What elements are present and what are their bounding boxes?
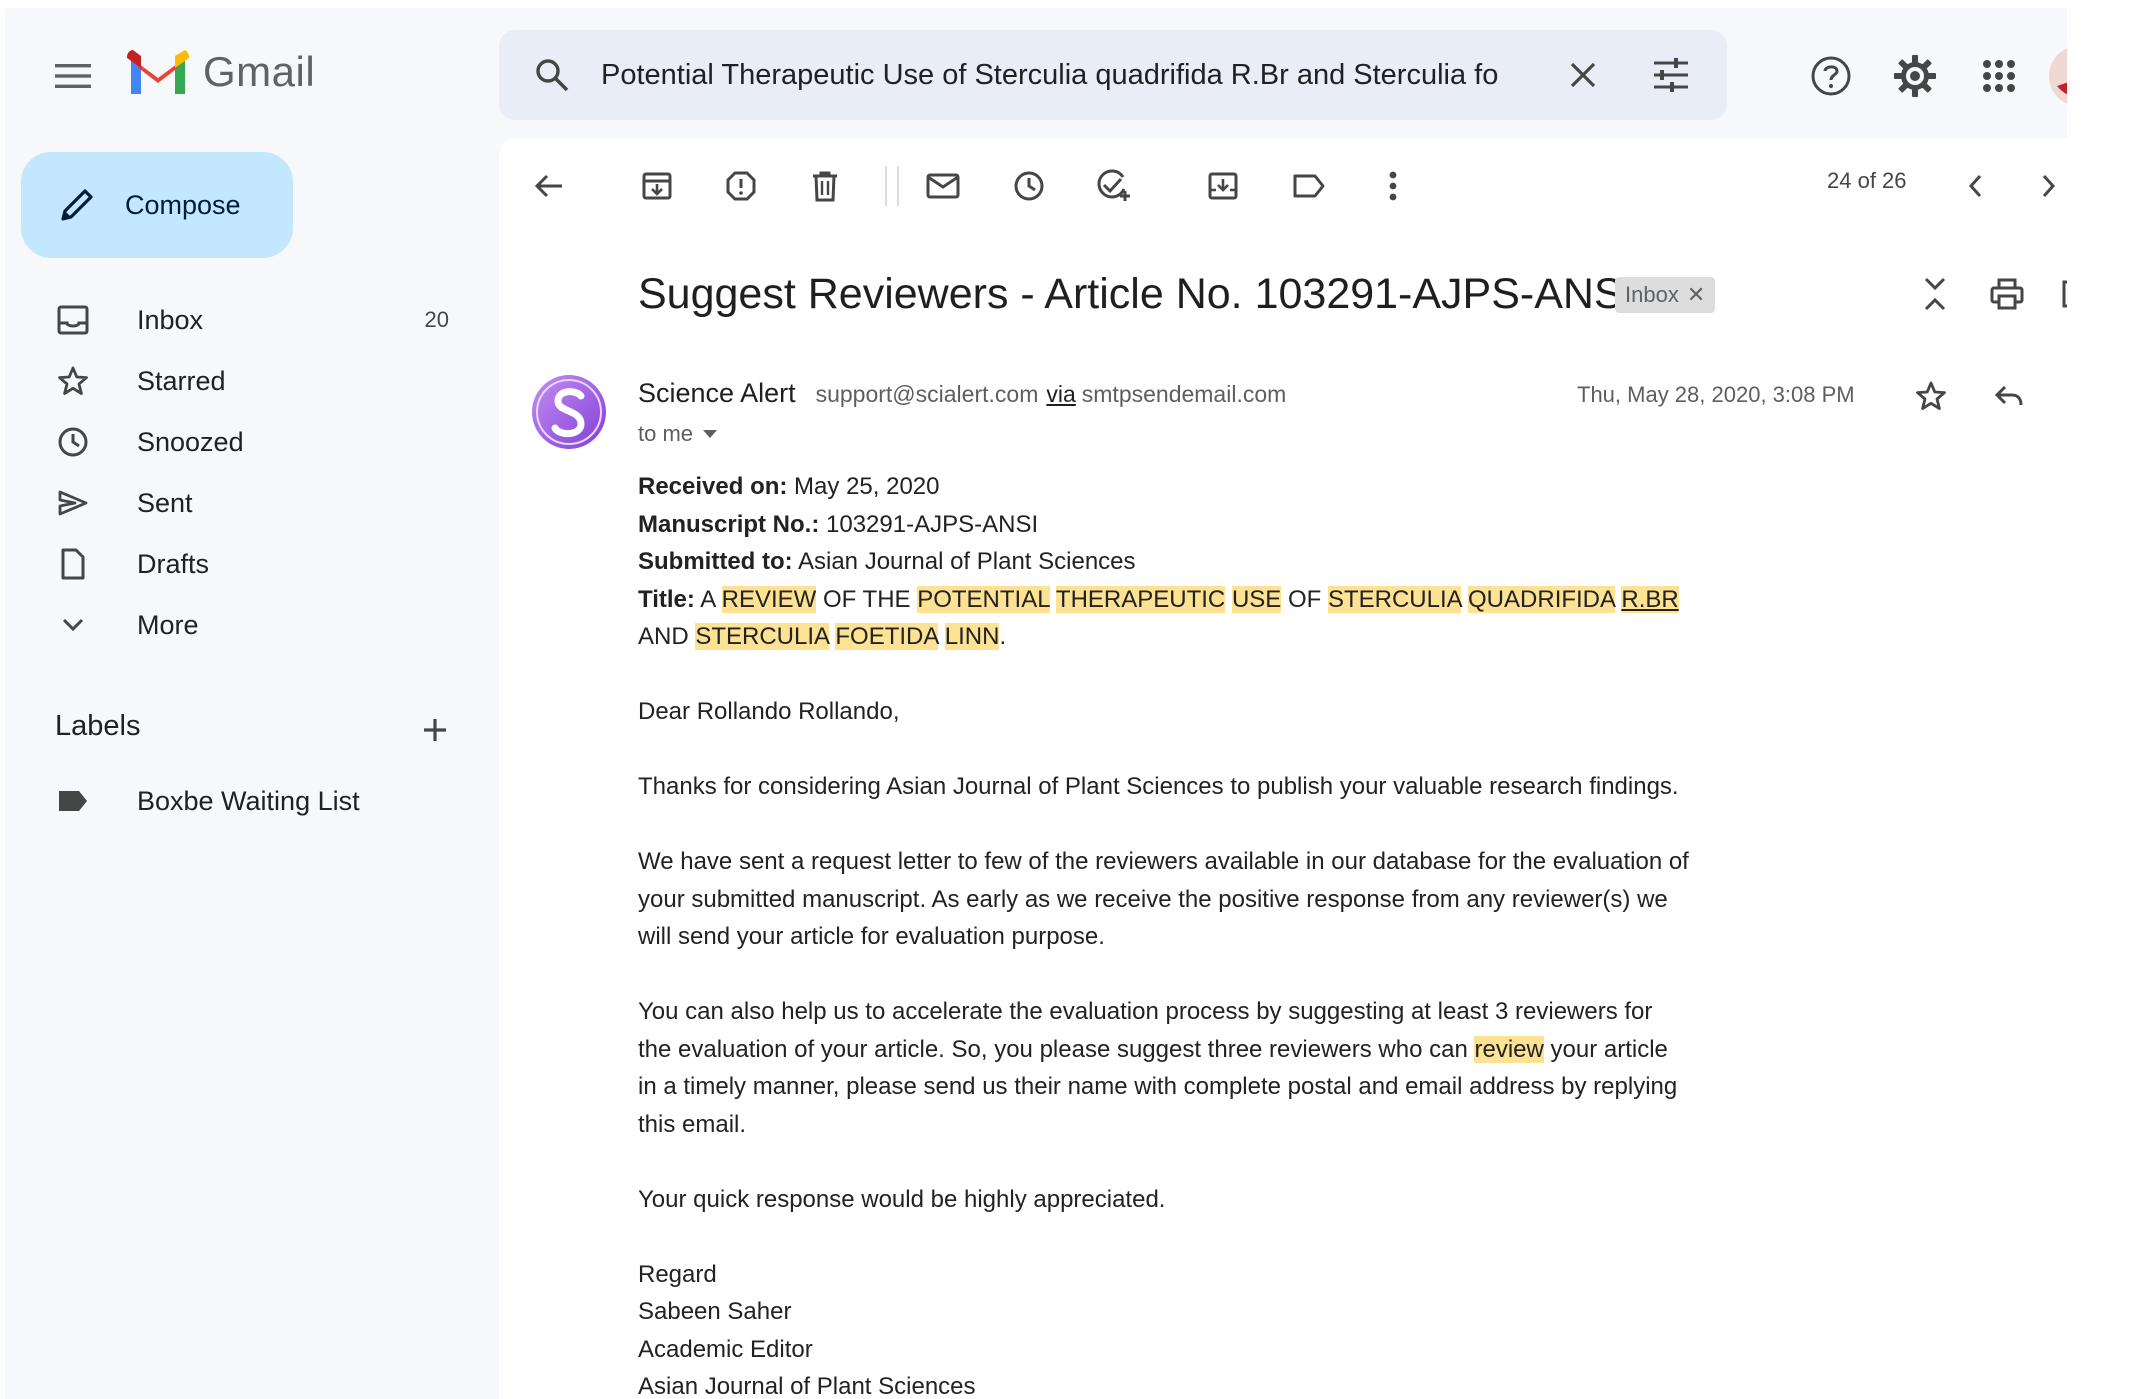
archive-icon[interactable] bbox=[631, 160, 683, 212]
apps-grid-icon[interactable] bbox=[1973, 50, 2025, 102]
add-task-icon[interactable] bbox=[1087, 160, 1139, 212]
snooze-clock-icon[interactable] bbox=[1003, 160, 1055, 212]
print-icon[interactable] bbox=[1981, 268, 2033, 320]
gmail-logo[interactable]: Gmail bbox=[127, 48, 315, 96]
title-line-2: AND STERCULIA FOETIDA LINN. bbox=[638, 623, 1007, 650]
label-icon[interactable] bbox=[1283, 160, 1335, 212]
remove-label-icon[interactable]: ✕ bbox=[1687, 282, 1705, 308]
compose-label: Compose bbox=[125, 189, 241, 220]
email-date: Thu, May 28, 2020, 3:08 PM bbox=[1577, 382, 1855, 407]
message-pager: 24 of 26 bbox=[1827, 168, 1907, 193]
paragraph-3-line: in a timely manner, please send us their… bbox=[638, 1073, 1678, 1100]
add-label-icon[interactable] bbox=[413, 708, 457, 752]
more-vert-icon[interactable] bbox=[1367, 160, 1419, 212]
inbox-label-chip[interactable]: Inbox ✕ bbox=[1615, 277, 1716, 313]
email-subject: Suggest Reviewers - Article No. 103291-A… bbox=[638, 270, 1635, 318]
sidebar-item-label: Sent bbox=[137, 487, 193, 518]
report-spam-icon[interactable] bbox=[715, 160, 767, 212]
toolbar-divider bbox=[897, 166, 899, 206]
sender-name[interactable]: Science Alert bbox=[638, 378, 796, 409]
labels-heading: Labels bbox=[55, 710, 141, 742]
main-menu-button[interactable] bbox=[47, 50, 99, 102]
delete-trash-icon[interactable] bbox=[799, 160, 851, 212]
pencil-icon bbox=[61, 189, 93, 221]
search-options-icon[interactable] bbox=[1649, 53, 1693, 97]
chip-label: Inbox bbox=[1625, 282, 1679, 307]
paragraph-3-line: the evaluation of your article. So, you … bbox=[638, 1035, 1668, 1063]
sidebar-item-starred[interactable]: Starred bbox=[45, 353, 455, 409]
recipient-label: to me bbox=[638, 421, 694, 446]
sidebar-label-boxbe[interactable]: Boxbe Waiting List bbox=[45, 773, 455, 829]
gmail-window: Gmail Potential Therapeutic Use of Sterc… bbox=[5, 8, 2067, 1399]
rbr-link[interactable]: R.BR bbox=[1621, 585, 1679, 613]
sender-info: Science Alert support@scialert.com via s… bbox=[638, 378, 1286, 409]
title-line-1: Title: A REVIEW OF THE POTENTIAL THERAPE… bbox=[638, 585, 1679, 613]
sender-email: support@scialert.com bbox=[815, 381, 1039, 407]
hamburger-icon bbox=[55, 64, 91, 88]
sidebar-item-drafts[interactable]: Drafts bbox=[45, 536, 455, 592]
clear-search-icon[interactable] bbox=[1563, 55, 1603, 95]
via-domain: smtpsendemail.com bbox=[1081, 381, 1287, 407]
signature-line: Academic Editor bbox=[638, 1335, 813, 1363]
signature-line: Sabeen Saher bbox=[638, 1298, 792, 1325]
draft-icon bbox=[45, 536, 101, 592]
paragraph-1: Thanks for considering Asian Journal of … bbox=[638, 773, 1679, 800]
mark-unread-icon[interactable] bbox=[917, 160, 969, 212]
star-icon[interactable] bbox=[1905, 370, 1957, 422]
move-to-icon[interactable] bbox=[1197, 160, 1249, 212]
caret-down-icon[interactable] bbox=[703, 429, 718, 439]
paragraph-4: Your quick response would be highly appr… bbox=[638, 1185, 1166, 1213]
signature-line: Regard bbox=[638, 1260, 717, 1288]
sidebar-item-more[interactable]: More bbox=[45, 597, 455, 653]
greeting: Dear Rollando Rollando, bbox=[638, 698, 900, 725]
message-more-vert-icon[interactable] bbox=[2049, 370, 2067, 422]
inbox-icon bbox=[45, 292, 101, 348]
paragraph-2-line: your submitted manuscript. As early as w… bbox=[638, 885, 1668, 913]
sidebar-item-label: Inbox bbox=[137, 304, 204, 335]
star-icon bbox=[45, 353, 101, 409]
received-line: Received on: May 25, 2020 bbox=[638, 473, 940, 500]
search-icon[interactable] bbox=[529, 52, 575, 98]
settings-gear-icon[interactable] bbox=[1889, 50, 1941, 102]
back-arrow-icon[interactable] bbox=[523, 160, 575, 212]
paragraph-2-line: will send your article for evaluation pu… bbox=[638, 923, 1105, 950]
search-input[interactable]: Potential Therapeutic Use of Sterculia q… bbox=[601, 59, 1541, 92]
older-chevron-right-icon[interactable] bbox=[2023, 160, 2067, 212]
send-icon bbox=[45, 475, 101, 531]
chevron-down-icon bbox=[45, 597, 101, 653]
toolbar-divider bbox=[885, 166, 887, 206]
sidebar-item-label: Starred bbox=[137, 365, 226, 396]
manuscript-line: Manuscript No.: 103291-AJPS-ANSI bbox=[638, 510, 1039, 538]
collapse-all-icon[interactable] bbox=[1909, 268, 1961, 320]
via-link[interactable]: via bbox=[1046, 381, 1075, 408]
sidebar-item-label: More bbox=[137, 609, 199, 640]
reply-icon[interactable] bbox=[1983, 370, 2035, 422]
sender-avatar[interactable] bbox=[531, 374, 607, 450]
recipient-details[interactable]: to me bbox=[638, 421, 718, 447]
submitted-line: Submitted to: Asian Journal of Plant Sci… bbox=[638, 548, 1136, 575]
newer-chevron-left-icon[interactable] bbox=[1949, 160, 2001, 212]
sidebar-item-label: Snoozed bbox=[137, 426, 244, 457]
help-icon[interactable] bbox=[1805, 50, 1857, 102]
paragraph-3-line: this email. bbox=[638, 1110, 747, 1138]
clock-icon bbox=[45, 414, 101, 470]
open-new-window-icon[interactable] bbox=[2045, 268, 2067, 320]
unread-count: 20 bbox=[424, 307, 449, 332]
sidebar-item-inbox[interactable]: Inbox 20 bbox=[45, 292, 455, 348]
sidebar-item-snoozed[interactable]: Snoozed bbox=[45, 414, 455, 470]
app-name: Gmail bbox=[203, 48, 316, 95]
signature-line: Asian Journal of Plant Sciences bbox=[638, 1373, 976, 1399]
label-tag-icon bbox=[45, 773, 101, 829]
sidebar-item-label: Drafts bbox=[137, 548, 210, 579]
paragraph-3-line: You can also help us to accelerate the e… bbox=[638, 998, 1653, 1025]
email-body: Received on: May 25, 2020 Manuscript No.… bbox=[638, 468, 1758, 1399]
search-bar[interactable]: Potential Therapeutic Use of Sterculia q… bbox=[499, 30, 1727, 120]
sidebar-item-label: Boxbe Waiting List bbox=[137, 785, 360, 816]
account-avatar[interactable] bbox=[2049, 46, 2067, 106]
gmail-m-icon bbox=[127, 50, 189, 94]
compose-button[interactable]: Compose bbox=[21, 152, 293, 258]
sidebar-item-sent[interactable]: Sent bbox=[45, 475, 455, 531]
paragraph-2-line: We have sent a request letter to few of … bbox=[638, 848, 1689, 875]
